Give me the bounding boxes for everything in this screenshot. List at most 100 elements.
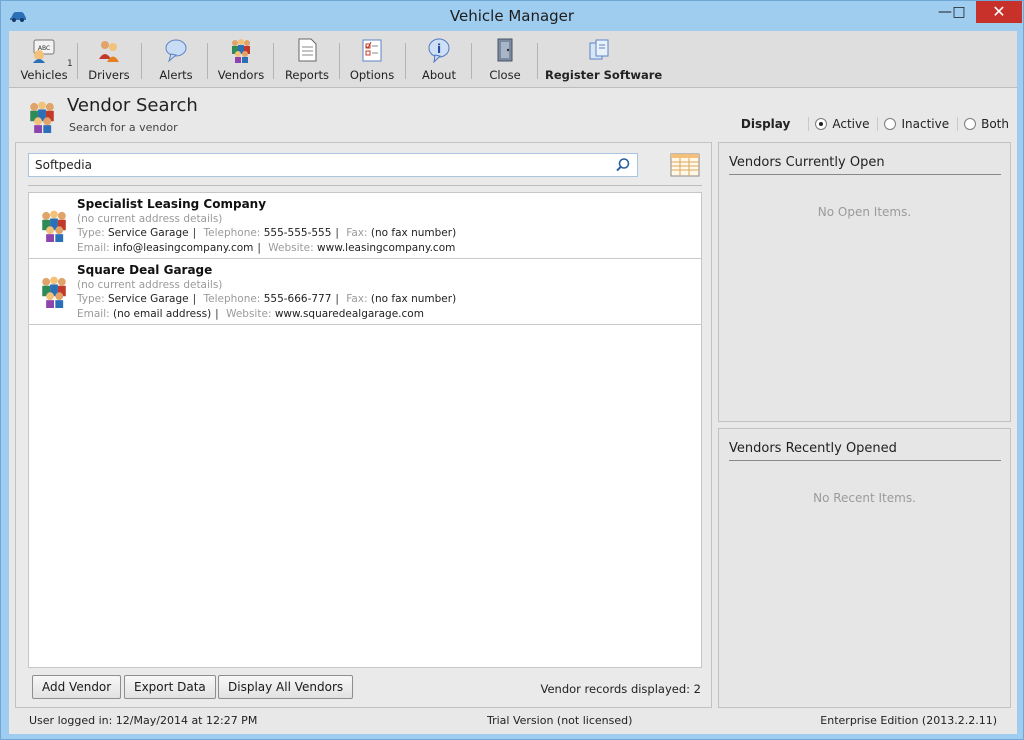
- vendor-icon: [42, 276, 66, 308]
- toolbar-separator: [141, 43, 142, 79]
- vendor-contact-line: Email: info@leasingcompany.com | Website:…: [77, 242, 456, 254]
- display-inactive-label: Inactive: [901, 117, 950, 131]
- options-icon: [362, 39, 382, 62]
- vendor-type: Service Garage: [108, 293, 189, 305]
- toolbar-separator: [339, 43, 340, 79]
- display-both-label: Both: [981, 117, 1009, 131]
- email-label: Email:: [77, 242, 110, 254]
- add-vendor-button[interactable]: Add Vendor: [32, 675, 122, 699]
- vendor-email[interactable]: info@leasingcompany.com: [113, 242, 253, 254]
- toolbar-about-label: About: [421, 68, 456, 82]
- vendor-details-line: Type: Service Garage | Telephone: 555-666…: [77, 293, 457, 305]
- website-label: Website:: [226, 308, 272, 320]
- toolbar-vendors-button[interactable]: Vendors: [213, 37, 269, 85]
- email-label: Email:: [77, 308, 110, 320]
- vendor-name[interactable]: Square Deal Garage: [77, 263, 212, 277]
- vendor-fax: (no fax number): [370, 227, 457, 239]
- toolbar-register-button[interactable]: Register Software: [545, 37, 663, 85]
- page-title: Vendor Search: [67, 95, 198, 116]
- vendor-telephone: 555-666-777: [263, 293, 332, 305]
- maximize-button[interactable]: □: [945, 1, 973, 23]
- display-filter: Display Active Inactive Both: [741, 117, 1009, 131]
- vendor-website[interactable]: www.leasingcompany.com: [317, 242, 455, 254]
- search-icon[interactable]: [615, 157, 631, 173]
- toolbar-options-label: Options: [349, 68, 395, 82]
- grid-view-icon[interactable]: [670, 152, 700, 178]
- recent-panel-empty: No Recent Items.: [813, 491, 916, 505]
- close-window-button[interactable]: ✕: [976, 1, 1022, 23]
- toolbar-drivers-label: Drivers: [88, 68, 130, 82]
- recent-panel-title: Vendors Recently Opened: [729, 441, 1001, 461]
- display-active-radio[interactable]: Active: [808, 117, 869, 131]
- display-active-label: Active: [832, 117, 870, 131]
- toolbar-options-button[interactable]: Options: [345, 37, 399, 85]
- radio-selected-icon: [815, 118, 828, 130]
- toolbar-about-button[interactable]: i About: [411, 37, 467, 85]
- search-input[interactable]: [29, 154, 609, 176]
- list-item[interactable]: Square Deal Garage (no current address d…: [29, 259, 701, 325]
- vendor-type: Service Garage: [108, 227, 189, 239]
- toolbar-vendors-label: Vendors: [217, 68, 265, 82]
- toolbar-close-label: Close: [489, 68, 521, 82]
- toolbar-separator: [471, 43, 472, 79]
- toolbar-separator: [207, 43, 208, 79]
- divider: [28, 185, 702, 186]
- toolbar-vehicles-button[interactable]: ABC 1 Vehicles: [15, 37, 73, 85]
- toolbar-reports-label: Reports: [284, 68, 330, 82]
- vendor-name[interactable]: Specialist Leasing Company: [77, 197, 266, 211]
- info-icon: i: [428, 38, 450, 63]
- display-all-vendors-button[interactable]: Display All Vendors: [218, 675, 354, 699]
- display-label: Display: [740, 117, 791, 131]
- vehicles-count-badge: 1: [67, 59, 73, 69]
- records-count: Vendor records displayed: 2: [540, 682, 702, 696]
- vendors-recent-panel: Vendors Recently Opened No Recent Items.: [718, 428, 1011, 708]
- register-software-icon: [589, 39, 609, 60]
- vendor-telephone: 555-555-555: [263, 227, 332, 239]
- fax-label: Fax:: [346, 227, 368, 239]
- toolbar-reports-button[interactable]: Reports: [279, 37, 335, 85]
- toolbar-drivers-button[interactable]: Drivers: [83, 37, 135, 85]
- website-label: Website:: [268, 242, 314, 254]
- vendors-icon: [232, 39, 250, 63]
- status-bar: User logged in: 12/May/2014 at 12:27 PM …: [9, 711, 1017, 731]
- vendors-open-panel: Vendors Currently Open No Open Items.: [718, 142, 1011, 422]
- toolbar-register-label: Register Software: [545, 68, 663, 82]
- alerts-icon: [165, 39, 187, 63]
- status-user: User logged in: 12/May/2014 at 12:27 PM: [29, 714, 258, 727]
- vendor-icon: [42, 210, 66, 242]
- toolbar-close-button[interactable]: Close: [477, 37, 533, 85]
- display-both-radio[interactable]: Both: [957, 117, 1009, 131]
- list-item[interactable]: Specialist Leasing Company (no current a…: [29, 193, 701, 259]
- title-bar: Vehicle Manager — □ ✕: [1, 1, 1023, 31]
- telephone-label: Telephone:: [203, 227, 261, 239]
- toolbar-separator: [537, 43, 538, 79]
- vendor-email: (no email address): [113, 308, 212, 320]
- toolbar: ABC 1 Vehicles Drivers Alerts Vendors Re…: [9, 31, 1017, 88]
- app-window: Vehicle Manager — □ ✕ ABC 1 Vehicles Dri…: [0, 0, 1024, 740]
- vendor-website[interactable]: www.squaredealgarage.com: [275, 308, 424, 320]
- display-inactive-radio[interactable]: Inactive: [877, 117, 949, 131]
- door-exit-icon: [497, 38, 513, 62]
- toolbar-alerts-label: Alerts: [159, 68, 193, 82]
- vendor-contact-line: Email: (no email address) | Website: www.…: [77, 308, 424, 320]
- vendor-address: (no current address details): [77, 279, 223, 291]
- reports-icon: [298, 38, 317, 62]
- type-label: Type:: [77, 293, 105, 305]
- vendor-fax: (no fax number): [370, 293, 457, 305]
- toolbar-vehicles-label: Vehicles: [20, 68, 68, 82]
- toolbar-alerts-button[interactable]: Alerts: [149, 37, 203, 85]
- toolbar-separator: [273, 43, 274, 79]
- toolbar-separator: [77, 43, 78, 79]
- telephone-label: Telephone:: [203, 293, 261, 305]
- radio-empty-icon: [884, 118, 897, 130]
- status-trial: Trial Version (not licensed): [487, 714, 633, 727]
- search-box: [28, 153, 638, 177]
- open-panel-empty: No Open Items.: [817, 205, 912, 219]
- page-header: Vendor Search Search for a vendor Displa…: [9, 89, 1017, 139]
- drivers-icon: [99, 41, 119, 62]
- status-edition: Enterprise Edition (2013.2.2.11): [820, 714, 997, 727]
- vendor-address: (no current address details): [77, 213, 223, 225]
- export-data-button[interactable]: Export Data: [124, 675, 216, 699]
- toolbar-separator: [405, 43, 406, 79]
- vendor-details-line: Type: Service Garage | Telephone: 555-555…: [77, 227, 457, 239]
